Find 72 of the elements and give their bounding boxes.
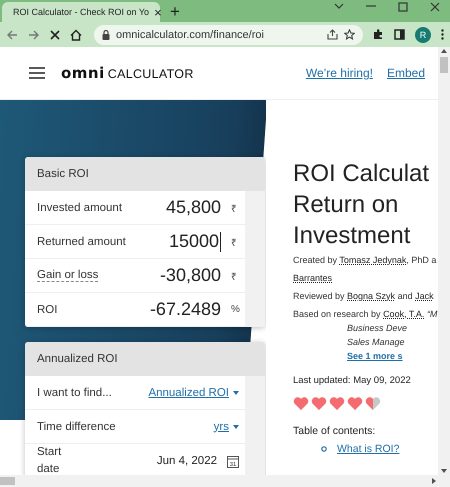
- tab-close-button[interactable]: ×: [154, 6, 162, 18]
- heart-icon: [311, 396, 327, 411]
- card-title: Annualized ROI: [25, 342, 265, 376]
- date-field[interactable]: Jun 4, 2022: [156, 455, 217, 468]
- browser-tab[interactable]: ROI Calculator - Check ROI on Yo ×: [2, 2, 160, 22]
- close-icon[interactable]: [430, 2, 440, 12]
- bullet-icon: [321, 446, 327, 452]
- author-link[interactable]: Barrantes: [293, 273, 332, 283]
- source-link[interactable]: Cook, T.A.: [383, 309, 424, 319]
- unit-label: ₹: [231, 236, 238, 248]
- heart-icon: [293, 396, 309, 411]
- puzzle-icon[interactable]: [373, 29, 384, 40]
- maximize-icon[interactable]: [398, 2, 408, 12]
- result-value: -67.2489: [150, 299, 221, 320]
- back-arrow-icon[interactable]: [6, 28, 18, 40]
- text-cursor: [220, 232, 221, 252]
- field-label: Returned amount: [37, 236, 126, 248]
- author-link[interactable]: Bogna Szyk: [347, 291, 396, 301]
- unit-label: %: [231, 304, 239, 315]
- research-credit: Based on research by Cook, T.A. “M: [293, 308, 438, 321]
- unit-label: ₹: [231, 270, 238, 282]
- stop-icon[interactable]: [50, 30, 60, 40]
- caret-icon: [233, 424, 239, 428]
- address-bar[interactable]: omnicalculator.com/finance/roi: [94, 24, 363, 44]
- caret-icon: [233, 390, 239, 394]
- star-icon[interactable]: [344, 29, 355, 40]
- scrollbar-thumb[interactable]: [0, 477, 15, 485]
- dropdown[interactable]: yrs: [214, 420, 239, 432]
- scroll-right-icon[interactable]: [430, 477, 438, 485]
- heart-icon: [329, 396, 345, 411]
- share-icon[interactable]: [327, 29, 338, 40]
- header-link[interactable]: Embed: [386, 66, 425, 80]
- toc-title: Table of contents:: [293, 425, 376, 437]
- tab-title: ROI Calculator - Check ROI on Yo: [13, 7, 150, 17]
- page-title: ROI Calculat Return on Investment: [293, 159, 430, 251]
- field-label: ROI: [37, 304, 58, 316]
- last-updated: Last updated: May 09, 2022: [293, 375, 412, 386]
- header-link[interactable]: We’re hiring!: [306, 66, 373, 80]
- heart-icon: [347, 396, 363, 411]
- amount-field[interactable]: 15000: [168, 231, 221, 252]
- field-label: Start date: [37, 445, 62, 475]
- profile-avatar[interactable]: R: [415, 26, 431, 42]
- credit-line: Reviewed by Bogna Szyk and Jack: [293, 290, 435, 303]
- logo-text[interactable]: CALCULATOR: [108, 67, 194, 81]
- card-title: Basic ROI: [25, 157, 265, 191]
- logo-wordmark[interactable]: omni: [61, 64, 105, 82]
- field-label: Gain or loss: [37, 269, 98, 282]
- url-text: omnicalculator.com/finance/roi: [116, 28, 265, 40]
- home-icon[interactable]: [70, 28, 82, 40]
- forward-arrow-icon[interactable]: [28, 28, 40, 40]
- heart-icon: [365, 396, 381, 411]
- see-more-link[interactable]: See 1 more s: [293, 349, 403, 363]
- author-link[interactable]: Jack: [415, 291, 434, 301]
- scrollbar-thumb[interactable]: [440, 57, 448, 73]
- field-label: Invested amount: [37, 202, 122, 214]
- result-value: -30,800: [160, 265, 221, 286]
- unit-label: ₹: [231, 202, 238, 214]
- amount-field[interactable]: 45,800: [166, 197, 221, 218]
- menu-icon[interactable]: [29, 67, 45, 79]
- sidebar-icon[interactable]: [394, 29, 405, 40]
- lock-icon: [102, 30, 110, 40]
- new-tab-button[interactable]: +: [160, 2, 180, 20]
- toc-link[interactable]: What is ROI?: [337, 443, 400, 455]
- field-label: I want to find...: [37, 386, 112, 398]
- dropdown[interactable]: Annualized ROI: [148, 386, 239, 398]
- chevron-down-icon[interactable]: [334, 2, 344, 10]
- author-link[interactable]: Tomasz Jedynak: [339, 255, 406, 265]
- source-title: Business Deve: [346, 322, 408, 335]
- kebab-menu-icon[interactable]: [441, 29, 444, 40]
- field-label: Time difference: [37, 420, 116, 432]
- credit-line: Created by Tomasz Jedynak, PhD a: [293, 254, 438, 267]
- source-title: Sales Manage: [346, 336, 406, 349]
